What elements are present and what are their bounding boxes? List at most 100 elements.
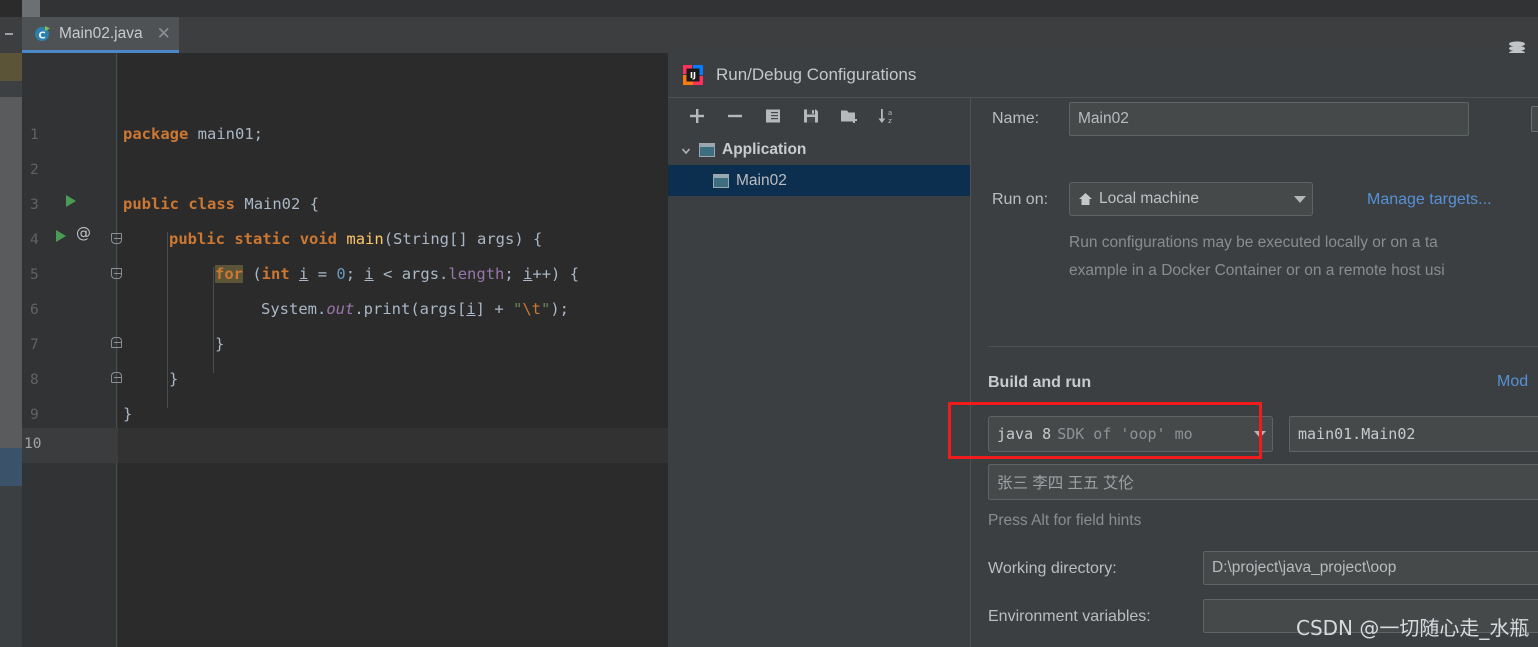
indent-guide [213, 267, 214, 373]
line-number: 4 [30, 232, 39, 248]
line-number: 6 [30, 302, 39, 318]
tab-bar-left-gutter [0, 17, 22, 53]
close-icon[interactable]: ✕ [157, 25, 171, 42]
code-token-identifier: main01; [197, 125, 263, 143]
code-token-var: i [299, 265, 309, 283]
code-line-3: public class Main02 { [123, 195, 319, 213]
code-token-for-highlight: for [215, 265, 243, 283]
name-label: Name: [992, 110, 1040, 127]
line-number: 1 [30, 127, 39, 143]
section-divider [988, 346, 1538, 347]
home-icon [1078, 192, 1093, 206]
tree-group-application[interactable]: Application [668, 134, 970, 165]
chevron-down-icon[interactable] [1294, 195, 1306, 203]
code-token-brace: } [215, 335, 225, 353]
code-token-method-call: .print(args[ [354, 300, 467, 318]
program-arguments-input[interactable]: 张三 李四 王五 艾伦 [988, 464, 1538, 500]
code-token-var: i [466, 300, 476, 318]
code-token-var: i [523, 265, 533, 283]
code-token-classname: Main02 [244, 195, 301, 213]
code-line-8: } [169, 370, 178, 388]
working-directory-input[interactable]: D:\project\java_project\oop [1203, 551, 1538, 585]
build-and-run-title: Build and run [988, 374, 1092, 391]
code-token-number: 0 [336, 265, 346, 283]
override-at-icon[interactable]: @ [76, 224, 91, 242]
editor-tab-bar: C Main02.java ✕ [0, 17, 1538, 56]
save-configuration-button[interactable] [792, 101, 830, 131]
remove-configuration-button[interactable] [716, 101, 754, 131]
watermark-text: CSDN @一切随心走_水瓶 [1296, 616, 1530, 640]
code-token-keyword: class [188, 195, 236, 213]
copy-configuration-button[interactable] [754, 101, 792, 131]
top-strip-marker [22, 0, 40, 17]
code-token-keyword: static [234, 230, 291, 248]
marker-caret [0, 448, 22, 486]
current-line-highlight [118, 428, 668, 463]
run-gutter-icon[interactable] [56, 230, 66, 242]
modify-options-link[interactable]: Mod [1497, 373, 1528, 391]
svg-text:a: a [888, 109, 892, 117]
new-folder-button[interactable] [830, 101, 868, 131]
editor-left-marker-strip[interactable] [0, 53, 22, 647]
collapse-icon[interactable] [5, 33, 13, 35]
editor-tab-main02[interactable]: C Main02.java ✕ [22, 17, 179, 53]
code-token-punct: ; [345, 265, 365, 283]
fold-marker-icon[interactable] [111, 337, 122, 348]
application-icon [713, 173, 729, 188]
run-debug-configurations-dialog: IJ Run/Debug Configurations a z Applicat… [668, 53, 1538, 647]
code-token-field: length [448, 265, 505, 283]
add-configuration-button[interactable] [678, 101, 716, 131]
editor-tab-label: Main02.java [59, 24, 143, 42]
code-token-identifier: System. [261, 300, 327, 318]
run-on-label: Run on: [992, 191, 1049, 208]
svg-text:C: C [38, 31, 45, 42]
code-line-4: public static void main(String[] args) { [169, 230, 542, 248]
code-line-1: package main01; [123, 125, 263, 143]
field-hints-text: Press Alt for field hints [988, 512, 1142, 529]
store-as-project-file-checkbox[interactable] [1531, 106, 1538, 132]
configurations-toolbar: a z [668, 98, 970, 134]
code-token-punct: ++) { [532, 265, 580, 283]
fold-marker-icon[interactable] [111, 268, 122, 279]
fold-marker-icon[interactable] [111, 233, 122, 244]
main-class-input[interactable]: main01.Main02 [1289, 416, 1538, 452]
fold-marker-icon[interactable] [111, 372, 122, 383]
chevron-down-icon[interactable] [680, 144, 692, 156]
tree-item-main02[interactable]: Main02 [668, 165, 970, 196]
environment-variables-label: Environment variables: [988, 608, 1151, 625]
code-token-op: ] + [475, 300, 513, 318]
run-gutter-icon[interactable] [66, 195, 76, 207]
code-token-field: out [326, 300, 355, 318]
code-token-string: " [512, 300, 523, 318]
line-number-current: 10 [24, 436, 42, 452]
tree-group-label: Application [722, 140, 807, 158]
run-on-combobox[interactable]: Local machine [1069, 182, 1313, 216]
line-number: 2 [30, 162, 39, 178]
code-token-op: = [308, 265, 337, 283]
editor-scrollbar-thumb[interactable] [0, 53, 22, 448]
manage-targets-link[interactable]: Manage targets... [1367, 191, 1492, 209]
code-editor[interactable]: 1 2 3 4 5 6 7 8 9 10 @ package main01; p… [0, 53, 668, 647]
top-strip-left [0, 0, 22, 17]
run-on-description-line2: example in a Docker Container or on a re… [1069, 262, 1445, 279]
code-token-keyword: int [261, 265, 290, 283]
working-directory-label: Working directory: [988, 560, 1117, 577]
java-class-icon: C [34, 25, 51, 42]
sort-alphabetical-icon[interactable]: a z [868, 101, 906, 131]
code-token-keyword: void [299, 230, 338, 248]
code-token-keyword: public [169, 230, 225, 248]
name-input[interactable]: Main02 [1069, 102, 1469, 136]
code-token-brace: } [169, 370, 179, 388]
marker-warning [0, 53, 22, 81]
code-token-method: main [346, 230, 384, 248]
code-line-9: } [123, 405, 132, 423]
dialog-title: Run/Debug Configurations [716, 65, 917, 84]
top-strip [0, 0, 1538, 17]
code-token-keyword: public [123, 195, 179, 213]
code-line-5: for (int i = 0; i < args.length; i++) { [215, 265, 579, 283]
configuration-form: Name: Main02 Run on: Local machine Manag… [971, 98, 1538, 647]
svg-text:z: z [888, 117, 892, 125]
code-line-6: System.out.print(args[i] + "\t"); [261, 300, 569, 318]
indent-guide [167, 232, 168, 408]
configurations-tree[interactable]: Application Main02 [668, 134, 970, 647]
